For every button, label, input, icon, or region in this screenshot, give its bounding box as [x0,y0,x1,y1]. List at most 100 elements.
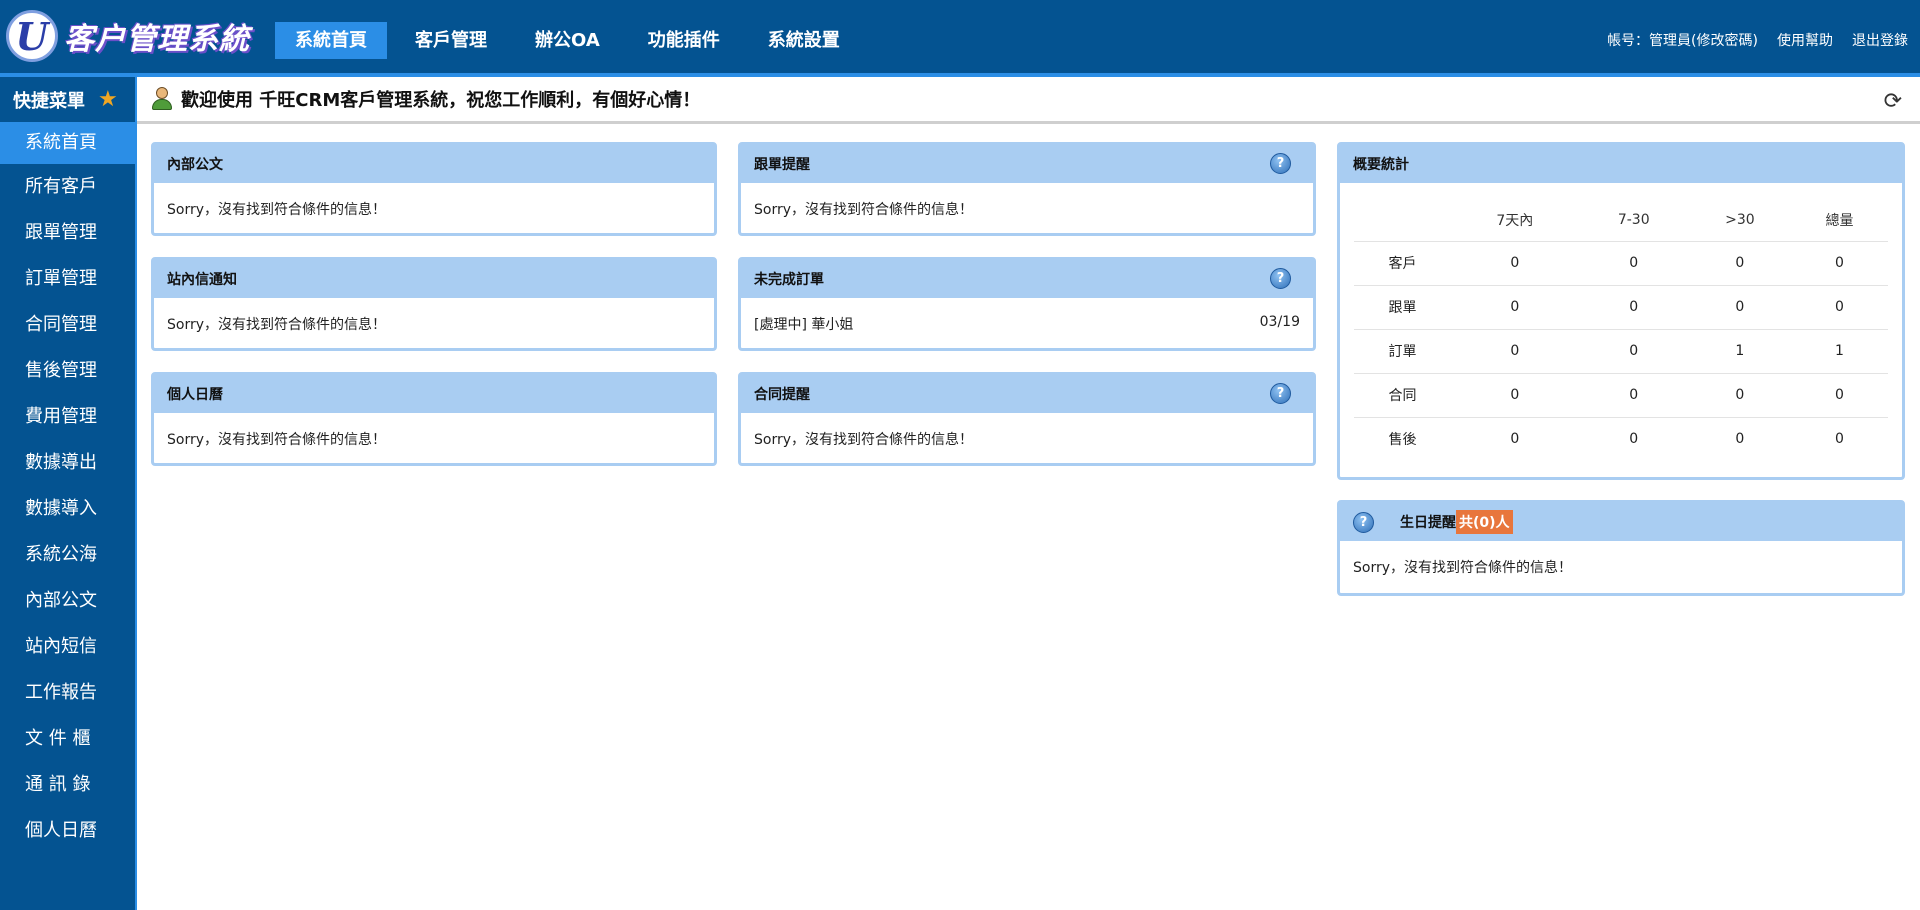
row-label: 訂單 [1354,329,1451,374]
top-right-links: 帳号：管理員(修改密碼) 使用幫助 退出登錄 [1607,30,1908,50]
table-cell: 0 [1450,241,1579,286]
birthday-count-badge: 共(0)人 [1456,510,1513,534]
panel-title: 合同提醒 [754,387,810,403]
logo[interactable]: U 客户管理系統 [6,10,250,62]
panel-message: Sorry，沒有找到符合條件的信息！ [167,432,387,448]
table-cell: 0 [1510,431,1520,448]
panel-title: 跟單提醒 [754,157,810,173]
welcome-text: 歡迎使用 千旺CRM客戶管理系統，祝您工作順利，有個好心情！ [181,90,701,111]
sidebar-title: 快捷菜單 [13,90,85,112]
table-cell: 0 [1450,329,1579,374]
table-row: 跟單 0 0 0 0 [1354,285,1888,330]
top-header: U 客户管理系統 系統首頁 客戶管理 辦公OA 功能插件 系統設置 帳号：管理員… [0,0,1920,77]
panel-site-notice: 站內信通知 Sorry，沒有找到符合條件的信息！ [151,257,717,351]
sidebar-item-home[interactable]: 系統首頁 [0,122,135,164]
panel-message: Sorry，沒有找到符合條件的信息！ [1353,560,1573,576]
row-label: 客戶 [1354,241,1451,286]
panel-message: Sorry，沒有找到符合條件的信息！ [167,202,387,218]
question-icon[interactable]: ? [1270,153,1291,174]
panel-title: 生日提醒 [1400,515,1456,531]
sidebar-item-orders[interactable]: 訂單管理 [0,256,135,302]
sidebar-item-messages[interactable]: 站內短信 [0,624,135,670]
order-date: 03/19 [1259,314,1300,330]
help-link[interactable]: 使用幫助 [1777,30,1833,50]
sidebar-item-data-export[interactable]: 數據導出 [0,440,135,486]
table-row: 訂單 0 0 1 1 [1354,329,1888,374]
panel-title: 站內信通知 [154,260,714,298]
panel-calendar: 個人日曆 Sorry，沒有找到符合條件的信息！ [151,372,717,466]
table-cell: 0 [1578,241,1689,286]
table-cell: 0 [1791,285,1888,330]
panel-title: 個人日曆 [154,375,714,413]
sidebar-item-all-customers[interactable]: 所有客戶 [0,164,135,210]
column-header: >30 [1688,199,1792,242]
table-cell: 0 [1578,329,1689,374]
table-cell: 0 [1578,373,1689,418]
table-cell: 1 [1688,329,1792,374]
sidebar-item-data-import[interactable]: 數據導入 [0,486,135,532]
sidebar-item-expenses[interactable]: 費用管理 [0,394,135,440]
table-cell: 0 [1688,373,1792,418]
sidebar-item-follow-up[interactable]: 跟單管理 [0,210,135,256]
panel-stats: 概要統計 7天內 7-30 >30 總量 客戶 0 0 0 0 跟單 0 0 0… [1337,142,1905,480]
nav-office-oa[interactable]: 辦公OA [515,22,620,59]
row-label: 跟單 [1354,285,1451,330]
table-cell: 0 [1835,431,1844,448]
panel-pending-orders: 未完成訂單 ? [處理中] 華小姐 03/19 [738,257,1316,351]
panel-birthday-reminder: ? 生日提醒 共(0)人 Sorry，沒有找到符合條件的信息！ [1337,500,1905,596]
table-cell: 0 [1629,431,1639,448]
sidebar-item-contacts[interactable]: 通 訊 錄 [0,762,135,808]
sidebar-item-contracts[interactable]: 合同管理 [0,302,135,348]
nav-home[interactable]: 系統首頁 [275,22,387,59]
table-cell: 0 [1791,241,1888,286]
stats-table: 7天內 7-30 >30 總量 客戶 0 0 0 0 跟單 0 0 0 0 訂單… [1354,199,1888,461]
logo-text: 客户管理系統 [64,22,250,57]
welcome-bar: 歡迎使用 千旺CRM客戶管理系統，祝您工作順利，有個好心情！ ⟳ [137,77,1920,124]
table-cell: 0 [1578,285,1689,330]
sidebar-item-public-pool[interactable]: 系統公海 [0,532,135,578]
sidebar: 快捷菜單 ★ 系統首頁 所有客戶 跟單管理 訂單管理 合同管理 售後管理 費用管… [0,77,137,910]
logout-link[interactable]: 退出登錄 [1852,30,1908,50]
column-header: 7天內 [1450,199,1579,242]
order-link[interactable]: [處理中] 華小姐 [754,314,853,334]
sidebar-item-calendar[interactable]: 個人日曆 [0,808,135,854]
table-cell: 1 [1791,329,1888,374]
star-icon: ★ [98,87,118,112]
column-header [1354,199,1451,242]
row-label: 合同 [1354,373,1451,418]
table-cell: 0 [1735,431,1745,448]
table-cell: 0 [1688,241,1792,286]
main-nav: 系統首頁 客戶管理 辦公OA 功能插件 系統設置 [275,22,868,59]
question-icon[interactable]: ? [1270,268,1291,289]
panel-message: Sorry，沒有找到符合條件的信息！ [167,317,387,333]
sidebar-item-work-reports[interactable]: 工作報告 [0,670,135,716]
sidebar-item-after-sales[interactable]: 售後管理 [0,348,135,394]
table-row: 合同 0 0 0 0 [1354,373,1888,418]
table-cell: 0 [1450,373,1579,418]
refresh-icon[interactable]: ⟳ [1884,89,1902,114]
panel-follow-reminder: 跟單提醒 ? Sorry，沒有找到符合條件的信息！ [738,142,1316,236]
panel-title: 概要統計 [1340,145,1902,183]
nav-plugins[interactable]: 功能插件 [628,22,740,59]
question-icon[interactable]: ? [1353,511,1374,533]
panel-header: ? 生日提醒 共(0)人 [1340,503,1902,541]
user-icon [151,87,173,111]
panel-message: Sorry，沒有找到符合條件的信息！ [754,432,974,448]
table-cell: 0 [1450,285,1579,330]
nav-customers[interactable]: 客戶管理 [395,22,507,59]
panel-contract-reminder: 合同提醒 ? Sorry，沒有找到符合條件的信息！ [738,372,1316,466]
list-item[interactable]: [處理中] 華小姐 03/19 [741,298,1313,350]
table-cell: 0 [1791,373,1888,418]
table-row: 客戶 0 0 0 0 [1354,241,1888,286]
sidebar-item-file-cabinet[interactable]: 文 件 櫃 [0,716,135,762]
column-header: 7-30 [1578,199,1689,242]
panel-message: Sorry，沒有找到符合條件的信息！ [754,202,974,218]
account-link[interactable]: 帳号：管理員(修改密碼) [1607,30,1758,50]
nav-settings[interactable]: 系統設置 [748,22,860,59]
question-icon[interactable]: ? [1270,383,1291,404]
panel-internal-docs: 內部公文 Sorry，沒有找到符合條件的信息！ [151,142,717,236]
panel-header: 未完成訂單 ? [741,260,1313,298]
column-header: 總量 [1791,199,1888,242]
main-content: 歡迎使用 千旺CRM客戶管理系統，祝您工作順利，有個好心情！ ⟳ 內部公文 So… [137,77,1920,910]
sidebar-item-internal-docs[interactable]: 內部公文 [0,578,135,624]
